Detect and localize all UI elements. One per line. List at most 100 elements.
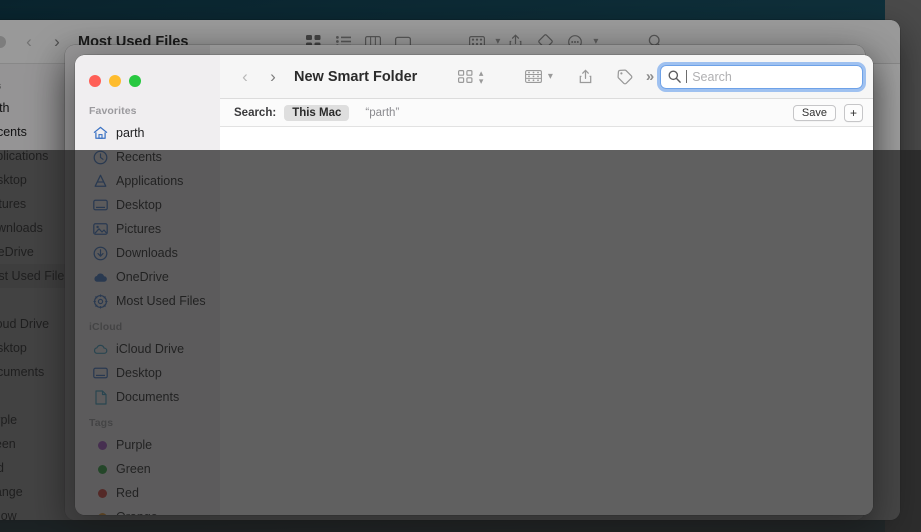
front-traffic-lights[interactable] xyxy=(75,63,220,97)
sidebar-item-desktop[interactable]: Desktop xyxy=(81,361,214,385)
scope-current-folder[interactable]: “parth” xyxy=(357,105,407,121)
sidebar-item-parth[interactable]: parth xyxy=(81,121,214,145)
sidebar-item-label: Yellow xyxy=(0,509,17,520)
tag-color-dot xyxy=(97,440,107,450)
sidebar-item-applications[interactable]: Applications xyxy=(81,169,214,193)
sidebar-item-label: OneDrive xyxy=(116,270,169,284)
back-traffic-lights[interactable] xyxy=(0,35,18,48)
gear-icon xyxy=(93,293,108,309)
document-icon xyxy=(93,389,108,405)
sidebar-item-label: OneDrive xyxy=(0,245,34,259)
sidebar-item-label: Most Used Files xyxy=(0,269,71,283)
sidebar-item-downloads[interactable]: Downloads xyxy=(81,241,214,265)
sidebar-item-label: Purple xyxy=(0,413,18,427)
sidebar-item-label: Red xyxy=(0,461,4,475)
icloud-icon xyxy=(93,342,108,357)
sidebar-item-label: Applications xyxy=(0,149,49,163)
sidebar-item-label: Desktop xyxy=(116,198,162,212)
sidebar-item-icloud-drive[interactable]: iCloud Drive xyxy=(81,337,214,361)
tag-dot-icon xyxy=(93,438,108,453)
back-nav-buttons[interactable]: ‹ › xyxy=(18,29,68,55)
sidebar-item-label: Documents xyxy=(116,390,180,404)
clock-icon xyxy=(93,150,108,165)
front-nav-buttons[interactable]: ‹ › xyxy=(234,64,284,90)
sidebar-item-onedrive[interactable]: OneDrive xyxy=(81,265,214,289)
front-results-area xyxy=(220,127,873,515)
sidebar-item-label: Red xyxy=(116,486,139,500)
sidebar-item-label: Desktop xyxy=(116,366,162,380)
home-icon xyxy=(93,126,108,141)
sidebar-item-desktop[interactable]: Desktop xyxy=(81,193,214,217)
text-caret xyxy=(686,70,688,83)
front-main-panel: ‹ › New Smart Folder ▴ ▾ ▾ » Search Sear… xyxy=(220,55,873,515)
sidebar-item-label: Documents xyxy=(0,365,45,379)
sidebar-item-label: Recents xyxy=(0,125,27,139)
sidebar-section-icloud: iCloud xyxy=(89,321,123,333)
sidebar-item-documents[interactable]: Documents xyxy=(81,385,214,409)
front-window-toolbar: ‹ › New Smart Folder ▴ ▾ ▾ » Search xyxy=(220,55,873,99)
sidebar-item-orange[interactable]: Orange xyxy=(81,505,214,515)
sidebar-item-label: Purple xyxy=(116,438,153,452)
toolbar-overflow-button[interactable]: » xyxy=(640,68,660,85)
tag-color-dot xyxy=(97,464,107,474)
search-icon xyxy=(668,70,682,83)
search-criteria-label: Search: xyxy=(234,106,277,119)
sidebar-section-favorites: Favorites xyxy=(89,105,137,117)
screen: ‹ › Most Used Files ▾ ▾ th cents licatio… xyxy=(0,0,921,532)
minimize-button[interactable] xyxy=(109,75,121,87)
icon-view-icon[interactable] xyxy=(455,64,477,90)
group-by-icon[interactable] xyxy=(523,64,545,90)
save-button[interactable]: Save xyxy=(792,104,836,121)
sidebar-item-label: Green xyxy=(116,462,151,476)
forward-button[interactable]: › xyxy=(262,64,284,90)
close-button[interactable] xyxy=(89,75,101,87)
sidebar-item-green[interactable]: Green xyxy=(81,457,214,481)
sidebar-item-label: iCloud Drive xyxy=(0,317,50,331)
scope-this-mac[interactable]: This Mac xyxy=(284,104,350,121)
share-icon[interactable] xyxy=(571,64,601,90)
sidebar-item-label: Downloads xyxy=(0,221,43,235)
sidebar-item-label: Orange xyxy=(116,510,158,515)
cloud-icon xyxy=(93,270,108,285)
maximize-button[interactable] xyxy=(129,75,141,87)
sidebar-item-label: Green xyxy=(0,437,16,451)
finder-window-front[interactable]: Favorites parth Recents Applications Desktop… xyxy=(75,55,873,515)
sidebar-item-most-used-files[interactable]: Most Used Files xyxy=(81,289,214,313)
front-view-button[interactable]: ▴ ▾ xyxy=(455,64,484,90)
chevron-updown-icon[interactable]: ▴ ▾ xyxy=(479,68,484,85)
search-input[interactable]: Search xyxy=(657,61,866,92)
sidebar-item-purple[interactable]: Purple xyxy=(81,433,214,457)
maximize-button[interactable] xyxy=(0,35,6,48)
sidebar-item-label: parth xyxy=(116,126,145,140)
sidebar-item-label: Pictures xyxy=(116,222,162,236)
sidebar-item-label: Orange xyxy=(0,485,23,499)
sidebar-item-recents[interactable]: Recents xyxy=(81,145,214,169)
tag-dot-icon xyxy=(93,462,108,477)
tag-dot-icon xyxy=(93,510,108,515)
sidebar-item-label: iCloud Drive xyxy=(116,342,185,356)
tag-color-dot xyxy=(97,488,107,498)
front-group-by-button[interactable]: ▾ xyxy=(523,64,553,90)
front-window-title: New Smart Folder xyxy=(294,68,418,85)
sidebar-item-label: Recents xyxy=(116,150,162,164)
back-button[interactable]: ‹ xyxy=(18,29,40,55)
pictures-icon xyxy=(93,222,108,237)
sidebar-item-label: Desktop xyxy=(0,173,27,187)
tag-dot-icon xyxy=(93,486,108,501)
sidebar-item-red[interactable]: Red xyxy=(81,481,214,505)
search-criteria-bar: Search: This Mac “parth” Save + xyxy=(220,99,873,127)
sidebar-item-label: Downloads xyxy=(116,246,178,260)
desktop-icon xyxy=(93,366,108,381)
sidebar-item-label: Applications xyxy=(116,174,184,188)
add-criteria-button[interactable]: + xyxy=(843,103,863,122)
back-button[interactable]: ‹ xyxy=(234,64,256,90)
sidebar-item-label: Desktop xyxy=(0,341,27,355)
tag-icon[interactable] xyxy=(610,64,640,90)
sidebar-item-label: parth xyxy=(0,101,10,115)
sidebar-item-pictures[interactable]: Pictures xyxy=(81,217,214,241)
chevron-down-icon[interactable]: ▾ xyxy=(548,71,553,82)
sidebar-section-tags: Tags xyxy=(89,417,114,429)
downloads-icon xyxy=(93,246,108,261)
front-sidebar[interactable]: Favorites parth Recents Applications Desktop… xyxy=(75,55,220,515)
desktop-icon xyxy=(93,198,108,213)
